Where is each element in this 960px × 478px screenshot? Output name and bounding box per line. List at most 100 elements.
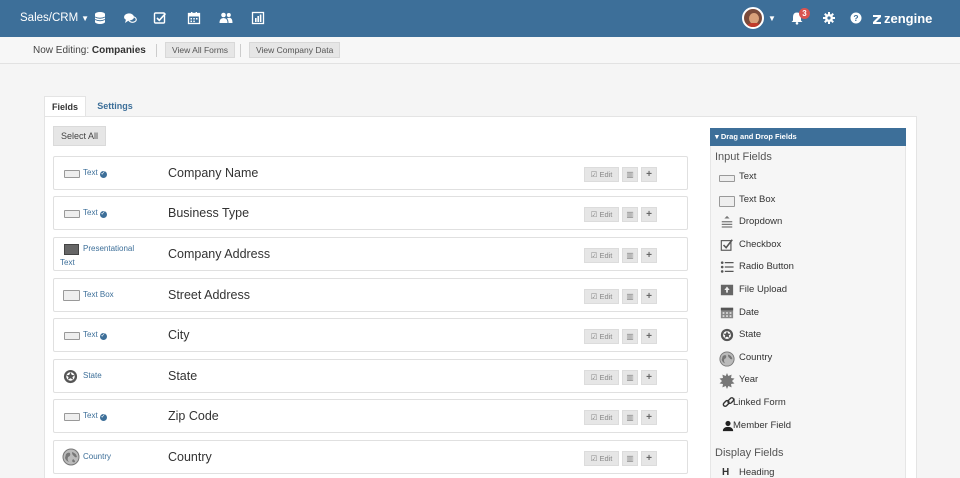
add-field-button[interactable]: + (641, 329, 657, 344)
editing-bar: Now Editing: Companies View All Forms Vi… (0, 37, 960, 64)
trash-icon: ▥ (626, 170, 634, 179)
palette-item-radio-button[interactable]: Radio Button (719, 259, 879, 275)
bar-chart-icon[interactable] (251, 11, 265, 25)
field-row[interactable]: Country Country ☑ Edit ▥ + (53, 440, 688, 474)
palette-item-country[interactable]: Country (719, 350, 879, 367)
help-icon[interactable]: ? (849, 11, 863, 25)
field-row[interactable]: Text ✓ Company Name ☑ Edit ▥ + (53, 156, 688, 190)
trash-icon: ▥ (626, 332, 634, 341)
brand-name[interactable]: zengine (884, 11, 932, 26)
field-type: Text ✓ (83, 330, 107, 340)
edit-field-button[interactable]: ☑ Edit (584, 329, 619, 344)
field-type: Text Box (83, 290, 114, 299)
palette-item-text-box[interactable]: Text Box (719, 192, 879, 208)
state-icon (719, 328, 735, 342)
select-all-button[interactable]: Select All (53, 126, 106, 146)
add-field-button[interactable]: + (641, 289, 657, 304)
palette-item-file-upload[interactable]: File Upload (719, 282, 879, 298)
palette-item-linked-form[interactable]: Linked Form (719, 395, 879, 411)
edit-field-button[interactable]: ☑ Edit (584, 451, 619, 466)
field-row[interactable]: Text ✓ City ☑ Edit ▥ + (53, 318, 688, 352)
field-type: Text ✓ (83, 208, 107, 218)
field-row[interactable]: Text ✓ Zip Code ☑ Edit ▥ + (53, 399, 688, 433)
edit-field-button[interactable]: ☑ Edit (584, 167, 619, 182)
dropdown-icon (719, 215, 735, 229)
presentational-icon (64, 244, 79, 255)
field-name: Company Address (168, 247, 271, 261)
trash-icon: ▥ (626, 251, 634, 260)
required-check-icon: ✓ (99, 211, 107, 218)
database-icon[interactable] (93, 11, 107, 25)
user-avatar[interactable] (742, 7, 764, 29)
delete-field-button[interactable]: ▥ (622, 370, 638, 385)
display-fields-heading: Display Fields (715, 447, 784, 459)
trash-icon: ▥ (626, 210, 634, 219)
add-field-button[interactable]: + (641, 370, 657, 385)
field-type: Text ✓ (83, 168, 107, 178)
add-field-button[interactable]: + (641, 248, 657, 263)
checkbox-icon (719, 238, 735, 252)
delete-field-button[interactable]: ▥ (622, 410, 638, 425)
trash-icon: ▥ (626, 373, 634, 382)
drag-drop-header[interactable]: ▾ Drag and Drop Fields (710, 128, 906, 146)
delete-field-button[interactable]: ▥ (622, 248, 638, 263)
palette-item-dropdown[interactable]: Dropdown (719, 214, 879, 230)
add-field-button[interactable]: + (641, 451, 657, 466)
app-menu-label: Sales/CRM (20, 12, 79, 24)
text-icon (64, 332, 80, 340)
palette-item-member-field[interactable]: Member Field (719, 418, 879, 434)
file-upload-icon (719, 283, 735, 297)
edit-field-button[interactable]: ☑ Edit (584, 370, 619, 385)
calendar-icon[interactable] (187, 11, 201, 25)
trash-icon: ▥ (626, 413, 634, 422)
year-icon (719, 373, 735, 389)
add-field-button[interactable]: + (641, 167, 657, 182)
palette-item-checkbox[interactable]: Checkbox (719, 237, 879, 253)
gear-icon[interactable] (822, 11, 836, 25)
palette-item-state[interactable]: State (719, 327, 879, 343)
now-editing-label: Now Editing: (33, 45, 90, 56)
edit-field-button[interactable]: ☑ Edit (584, 289, 619, 304)
delete-field-button[interactable]: ▥ (622, 451, 638, 466)
palette-item-year[interactable]: Year (719, 372, 879, 389)
delete-field-button[interactable]: ▥ (622, 207, 638, 222)
field-type: Text ✓ (83, 411, 107, 421)
app-menu[interactable]: Sales/CRM ▼ (20, 12, 89, 24)
tab-fields[interactable]: Fields (44, 96, 86, 117)
divider (156, 44, 157, 57)
add-field-button[interactable]: + (641, 410, 657, 425)
delete-field-button[interactable]: ▥ (622, 329, 638, 344)
heading-icon: H (722, 467, 730, 478)
radio-list-icon (719, 260, 735, 274)
notification-badge: 3 (799, 8, 810, 19)
field-type-continued: Text (60, 258, 75, 267)
required-check-icon: ✓ (99, 414, 107, 421)
trash-icon: ▥ (626, 292, 634, 301)
tasks-icon[interactable] (153, 11, 167, 25)
comments-icon[interactable] (123, 11, 137, 25)
field-row[interactable]: Presentational Text Company Address ☑ Ed… (53, 237, 688, 271)
palette-item-heading[interactable]: H Heading (719, 465, 879, 478)
palette-item-text[interactable]: Text (719, 169, 879, 185)
text-icon (64, 210, 80, 218)
palette-item-date[interactable]: Date (719, 305, 879, 321)
view-company-data-button[interactable]: View Company Data (249, 42, 341, 58)
delete-field-button[interactable]: ▥ (622, 289, 638, 304)
text-icon (64, 170, 80, 178)
edit-field-button[interactable]: ☑ Edit (584, 410, 619, 425)
view-all-forms-button[interactable]: View All Forms (165, 42, 236, 58)
now-editing: Now Editing: Companies (33, 45, 146, 56)
caret-down-icon[interactable]: ▼ (768, 14, 776, 23)
add-field-button[interactable]: + (641, 207, 657, 222)
edit-field-button[interactable]: ☑ Edit (584, 248, 619, 263)
tab-settings[interactable]: Settings (90, 96, 140, 116)
field-type: State (83, 371, 102, 380)
field-row[interactable]: State State ☑ Edit ▥ + (53, 359, 688, 393)
calendar-icon (719, 306, 735, 320)
delete-field-button[interactable]: ▥ (622, 167, 638, 182)
field-name: City (168, 328, 190, 342)
users-icon[interactable] (219, 11, 233, 25)
field-row[interactable]: Text ✓ Business Type ☑ Edit ▥ + (53, 196, 688, 230)
field-row[interactable]: Text Box Street Address ☑ Edit ▥ + (53, 278, 688, 312)
edit-field-button[interactable]: ☑ Edit (584, 207, 619, 222)
